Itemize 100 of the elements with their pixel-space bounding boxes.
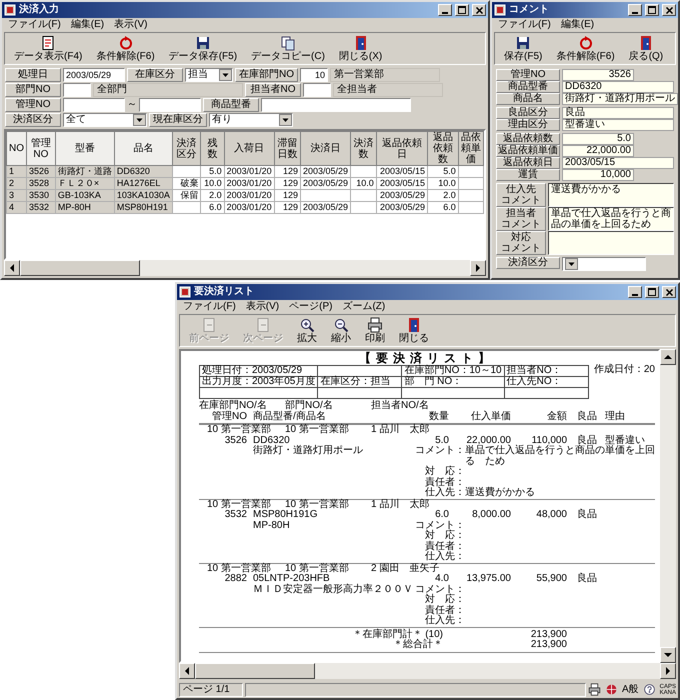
column-header[interactable]: 返品依頼日 xyxy=(376,132,428,166)
toolbar-button[interactable]: 閉じる xyxy=(394,316,434,345)
toolbar-button[interactable]: データコピー(C) xyxy=(246,34,330,63)
table-cell: 5.0 xyxy=(200,166,224,178)
field-label: 運賃 xyxy=(496,169,560,181)
input-field[interactable]: 2003/05/29 xyxy=(63,68,125,82)
caret-icon xyxy=(219,69,232,81)
dropdown[interactable] xyxy=(562,257,646,271)
page-icon xyxy=(201,317,217,333)
table-cell: 4 xyxy=(6,202,26,214)
input-field[interactable] xyxy=(261,98,411,112)
menu-item[interactable]: 表示(V) xyxy=(246,301,280,313)
menu-item[interactable]: 編集(E) xyxy=(560,19,594,31)
vertical-scrollbar[interactable] xyxy=(660,349,676,663)
column-header[interactable]: 型番 xyxy=(55,132,114,166)
input-field[interactable] xyxy=(63,98,125,112)
toolbar-button[interactable]: 戻る(Q) xyxy=(624,34,668,63)
zoom-out-icon xyxy=(333,317,349,333)
value-field[interactable]: 5.0 xyxy=(562,133,634,145)
minimize-button[interactable] xyxy=(628,286,642,298)
column-header[interactable]: 管理NO xyxy=(26,132,56,166)
menu-item[interactable]: ファイル(F) xyxy=(183,301,236,313)
ime-indicator[interactable]: A般 xyxy=(622,684,639,696)
input-field[interactable]: 10 xyxy=(300,68,328,82)
toolbar-button[interactable]: データ保存(F5) xyxy=(164,34,242,63)
table-cell: 2003/01/20 xyxy=(224,190,274,202)
close-button[interactable] xyxy=(662,286,676,298)
column-header[interactable]: 返品依頼数 xyxy=(428,132,458,166)
maximize-button[interactable] xyxy=(645,4,659,16)
value-field[interactable]: 22,000.00 xyxy=(562,145,634,157)
input-field[interactable] xyxy=(303,83,331,97)
value-field[interactable]: DD6320 xyxy=(562,81,674,93)
comment-field[interactable]: 運送費がかかる xyxy=(548,183,674,207)
product-name: 街路灯・道路灯用ポール xyxy=(253,446,364,458)
column-header[interactable]: 決済区分 xyxy=(172,132,201,166)
column-header[interactable]: 品名 xyxy=(114,132,172,166)
horizontal-scrollbar[interactable] xyxy=(179,663,676,679)
comment-field[interactable]: 単品で仕入返品を行うと商品の単価を上回るため xyxy=(548,207,674,231)
total-amount: 213,900 xyxy=(530,640,567,650)
unit-price: 13,975.00 xyxy=(466,574,511,584)
toolbar-button[interactable]: 閉じる(X) xyxy=(334,34,388,63)
field-label: 理由区分 xyxy=(496,119,560,131)
column-header[interactable]: 残数 xyxy=(200,132,224,166)
toolbar-button[interactable]: 保存(F5) xyxy=(499,34,548,63)
arrow-left-icon xyxy=(185,667,189,675)
menu-item[interactable]: ファイル(F) xyxy=(8,19,61,31)
toolbar-button[interactable]: 印刷 xyxy=(360,316,390,345)
toolbar-button[interactable]: 拡大 xyxy=(292,316,322,345)
table-cell: 1 xyxy=(6,166,26,178)
control-number: 3532 xyxy=(224,510,247,520)
dropdown[interactable]: 有り xyxy=(209,113,293,127)
value-field[interactable]: 2003/05/15 xyxy=(562,157,674,169)
table-cell: 6.0 xyxy=(200,202,224,214)
horizontal-scrollbar[interactable] xyxy=(4,260,486,276)
department-name: 10 第一営業部 xyxy=(206,425,272,436)
value-field[interactable]: 10,000 xyxy=(562,169,634,181)
toolbar-button[interactable]: データ表示(F4) xyxy=(9,34,88,63)
input-field[interactable] xyxy=(63,83,91,97)
value-field[interactable]: 型番違い xyxy=(562,119,674,131)
minimize-button[interactable] xyxy=(438,4,452,16)
menu-item[interactable]: ファイル(F) xyxy=(498,19,551,31)
menu-item[interactable]: 表示(V) xyxy=(114,19,148,31)
table-cell: MSP80H191 xyxy=(114,202,172,214)
value-field[interactable]: 街路灯・道路灯用ポール xyxy=(562,93,678,105)
minimize-icon xyxy=(632,294,638,296)
product-name: MP-80H xyxy=(253,520,291,531)
menu-item[interactable]: ページ(P) xyxy=(289,301,332,313)
column-header[interactable]: 滞留日数 xyxy=(274,132,301,166)
field-label: 担当者NO xyxy=(245,83,301,97)
table-cell: MP-80H xyxy=(55,202,114,214)
close-button[interactable] xyxy=(662,4,676,16)
value-field[interactable]: 3526 xyxy=(562,69,634,81)
department-name: 10 第一営業部 xyxy=(206,564,272,574)
caret-icon xyxy=(133,114,146,126)
value-field[interactable]: 良品 xyxy=(562,107,674,119)
column-header[interactable]: 決済数 xyxy=(350,132,376,166)
dropdown[interactable]: 担当 xyxy=(185,68,233,82)
column-header[interactable]: 決済日 xyxy=(300,132,351,166)
note-label: コメント： xyxy=(414,584,465,594)
toolbar-button[interactable]: 条件解除(F6) xyxy=(551,34,620,63)
column-header[interactable]: NO xyxy=(6,132,26,166)
column-header[interactable]: 入荷日 xyxy=(224,132,274,166)
close-button[interactable] xyxy=(472,4,486,16)
field-label: 決済区分 xyxy=(496,257,560,269)
amount: 110,000 xyxy=(532,436,567,446)
quantity: 5.0 xyxy=(434,436,449,446)
toolbar-button[interactable]: 縮小 xyxy=(326,316,356,345)
input-field[interactable] xyxy=(139,98,201,112)
maximize-button[interactable] xyxy=(455,4,469,16)
column-header: 商品型番/商品名 xyxy=(253,412,327,422)
column-header[interactable]: 品依頼単価 xyxy=(458,132,484,166)
field-label: 返品依頼日 xyxy=(496,157,560,169)
toolbar-button[interactable]: 条件解除(F6) xyxy=(91,34,160,63)
comment-field[interactable] xyxy=(548,231,674,255)
minimize-button[interactable] xyxy=(628,4,642,16)
maximize-button[interactable] xyxy=(645,286,659,298)
menu-item[interactable]: 編集(E) xyxy=(70,19,104,31)
amount: 55,900 xyxy=(535,574,567,584)
menu-item[interactable]: ズーム(Z) xyxy=(342,301,386,313)
dropdown[interactable]: 全て xyxy=(63,113,147,127)
